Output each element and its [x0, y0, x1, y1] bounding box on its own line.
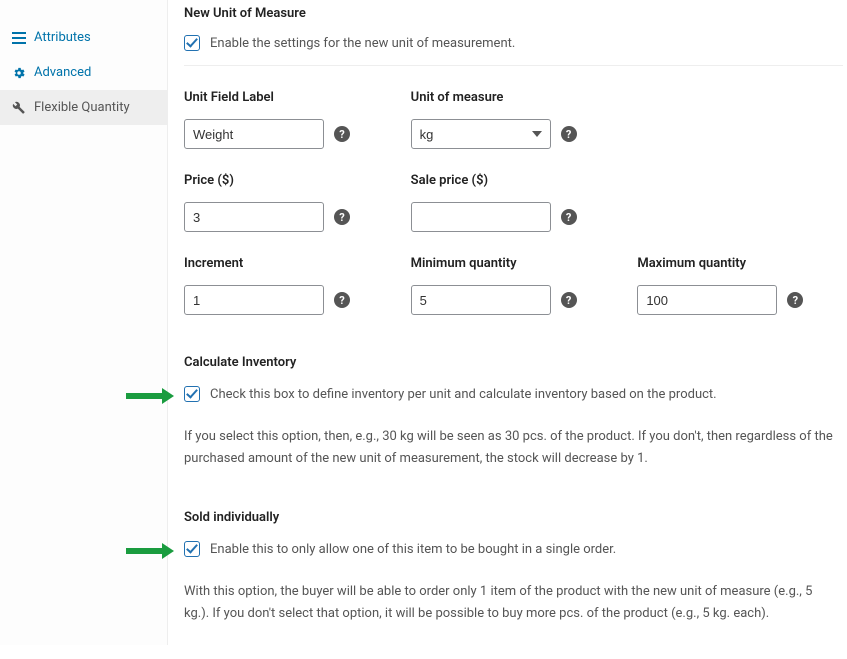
sidebar-item-label: Flexible Quantity	[34, 100, 130, 115]
field-label: Price ($)	[184, 173, 371, 188]
section-heading: Sold individually	[184, 510, 843, 525]
unit-label-input[interactable]	[184, 119, 324, 149]
list-icon	[12, 31, 26, 45]
help-icon[interactable]: ?	[561, 292, 577, 308]
field-max-qty: Maximum quantity ?	[637, 256, 824, 315]
field-unit-measure: Unit of measure kg ?	[411, 90, 598, 149]
wrench-icon	[12, 101, 26, 115]
help-icon[interactable]: ?	[561, 126, 577, 142]
enable-settings-checkbox[interactable]	[184, 35, 200, 51]
help-icon[interactable]: ?	[334, 126, 350, 142]
help-icon[interactable]: ?	[334, 209, 350, 225]
sidebar-item-attributes[interactable]: Attributes	[0, 20, 167, 55]
field-label: Minimum quantity	[411, 256, 598, 271]
sidebar: Attributes Advanced Flexible Quantity	[0, 0, 168, 645]
price-input[interactable]	[184, 202, 324, 232]
sold-individually-description: With this option, the buyer will be able…	[184, 581, 834, 625]
field-increment: Increment ?	[184, 256, 371, 315]
max-qty-input[interactable]	[637, 285, 777, 315]
help-icon[interactable]: ?	[787, 292, 803, 308]
sale-price-input[interactable]	[411, 202, 551, 232]
gear-icon	[12, 66, 26, 80]
form-grid: Unit Field Label ? Unit of measure kg ? …	[184, 90, 824, 315]
calc-inventory-checkbox[interactable]	[184, 386, 200, 402]
field-label: Unit of measure	[411, 90, 598, 105]
calculate-inventory-section: Calculate Inventory Check this box to de…	[184, 355, 843, 470]
field-label: Sale price ($)	[411, 173, 598, 188]
field-min-qty: Minimum quantity ?	[411, 256, 598, 315]
unit-measure-select[interactable]: kg	[411, 119, 551, 149]
sidebar-item-label: Attributes	[34, 30, 91, 45]
calc-inventory-label: Check this box to define inventory per u…	[210, 387, 717, 402]
section-heading: Calculate Inventory	[184, 355, 843, 370]
field-label: Unit Field Label	[184, 90, 371, 105]
sold-individually-label: Enable this to only allow one of this it…	[210, 542, 616, 557]
calc-inventory-description: If you select this option, then, e.g., 3…	[184, 426, 834, 470]
field-label: Increment	[184, 256, 371, 271]
enable-settings-label: Enable the settings for the new unit of …	[210, 36, 515, 51]
help-icon[interactable]: ?	[561, 209, 577, 225]
sold-individually-section: Sold individually Enable this to only al…	[184, 510, 843, 625]
sold-individually-checkbox[interactable]	[184, 541, 200, 557]
sidebar-item-advanced[interactable]: Advanced	[0, 55, 167, 90]
min-qty-input[interactable]	[411, 285, 551, 315]
field-price: Price ($) ?	[184, 173, 371, 232]
divider	[184, 65, 843, 66]
field-unit-label: Unit Field Label ?	[184, 90, 371, 149]
main-panel: New Unit of Measure Enable the settings …	[168, 0, 847, 645]
field-label: Maximum quantity	[637, 256, 824, 271]
page-title: New Unit of Measure	[184, 6, 843, 21]
sidebar-item-label: Advanced	[34, 65, 91, 80]
help-icon[interactable]: ?	[334, 292, 350, 308]
sidebar-item-flexible-quantity[interactable]: Flexible Quantity	[0, 90, 167, 125]
increment-input[interactable]	[184, 285, 324, 315]
enable-settings-row: Enable the settings for the new unit of …	[184, 35, 843, 51]
field-sale-price: Sale price ($) ?	[411, 173, 598, 232]
